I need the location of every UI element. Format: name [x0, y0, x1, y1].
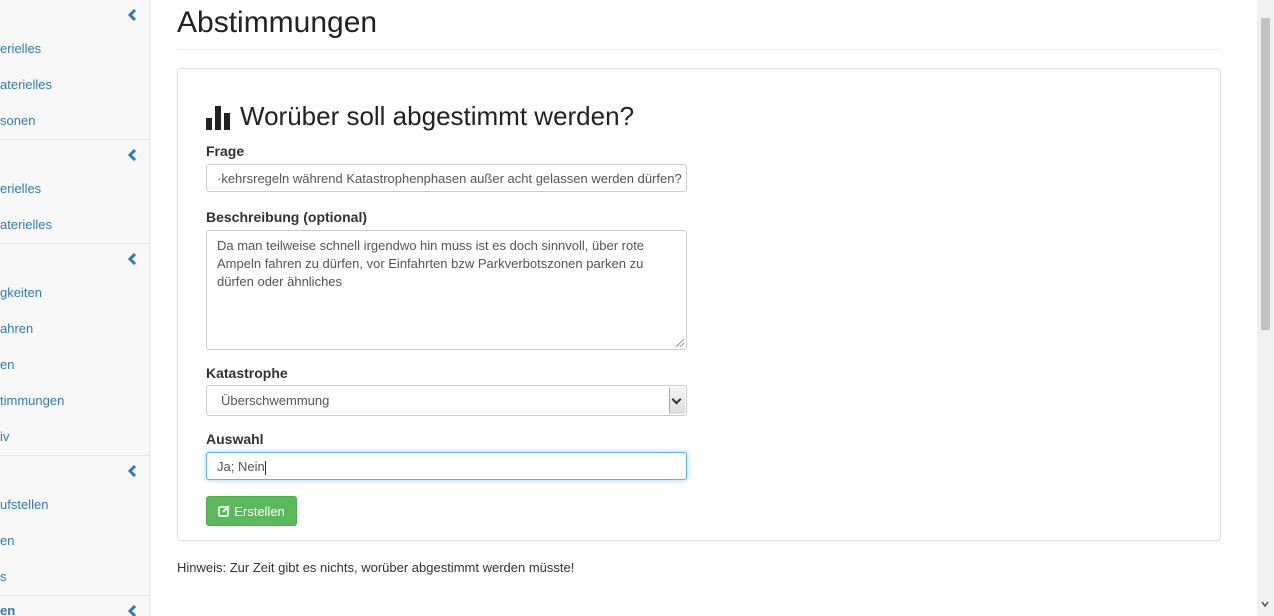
sidebar-section-2: erielles aterielles: [0, 140, 149, 244]
sidebar-item[interactable]: ufstellen: [0, 487, 149, 523]
sidebar-item[interactable]: sonen: [0, 103, 149, 139]
chevron-left-icon[interactable]: [127, 9, 139, 21]
sidebar-item[interactable]: en: [0, 523, 149, 559]
beschreibung-textarea[interactable]: Da man teilweise schnell irgendwo hin mu…: [206, 230, 687, 350]
frage-input[interactable]: ·kehrsregeln während Katastrophenphasen …: [206, 164, 687, 192]
chevron-left-icon[interactable]: [127, 605, 139, 616]
chevron-down-icon[interactable]: [669, 387, 685, 414]
sidebar-item[interactable]: s: [0, 559, 149, 595]
sidebar-section-header[interactable]: [0, 0, 149, 31]
auswahl-label: Auswahl: [206, 431, 264, 447]
sidebar-item[interactable]: aterielles: [0, 67, 149, 103]
sidebar-item[interactable]: en: [0, 347, 149, 383]
text-caret: [264, 460, 266, 475]
bar-chart-icon: [206, 104, 232, 130]
edit-icon: [218, 505, 230, 517]
sidebar-item[interactable]: erielles: [0, 31, 149, 67]
frage-label: Frage: [206, 143, 245, 159]
sidebar: erielles aterielles sonen erielles ateri…: [0, 0, 150, 616]
erstellen-button[interactable]: Erstellen: [206, 496, 297, 526]
hint-text: Hinweis: Zur Zeit gibt es nichts, worübe…: [177, 560, 575, 575]
beschreibung-label: Beschreibung (optional): [206, 209, 367, 225]
sidebar-section-3: gkeiten ahren en timmungen iv: [0, 244, 149, 456]
sidebar-section-header[interactable]: [0, 244, 149, 275]
beschreibung-text: Da man teilweise schnell irgendwo hin mu…: [217, 238, 645, 289]
auswahl-value: Ja; Nein: [217, 459, 265, 474]
sidebar-item[interactable]: erielles: [0, 171, 149, 207]
katastrophe-select[interactable]: Überschwemmung: [206, 385, 687, 416]
scrollbar-thumb[interactable]: [1261, 18, 1270, 330]
katastrophe-label: Katastrophe: [206, 365, 288, 381]
chevron-left-icon[interactable]: [127, 149, 139, 161]
sidebar-item[interactable]: en: [0, 596, 149, 616]
chevron-left-icon[interactable]: [127, 253, 139, 265]
page-title: Abstimmungen: [177, 0, 1221, 50]
sidebar-item[interactable]: gkeiten: [0, 275, 149, 311]
page-scrollbar[interactable]: [1257, 0, 1274, 616]
resize-handle-icon[interactable]: [676, 339, 684, 347]
auswahl-input[interactable]: Ja; Nein: [206, 452, 687, 480]
sidebar-section-5: en: [0, 596, 149, 616]
form-heading: Worüber soll abgestimmt werden?: [206, 101, 634, 132]
form-heading-text: Worüber soll abgestimmt werden?: [240, 101, 635, 131]
sidebar-item[interactable]: ahren: [0, 311, 149, 347]
erstellen-button-label: Erstellen: [234, 503, 285, 519]
main-content: Abstimmungen Worüber soll abgestimmt wer…: [177, 0, 1221, 575]
katastrophe-selected-value: Überschwemmung: [221, 393, 330, 408]
sidebar-section-header[interactable]: [0, 140, 149, 171]
sidebar-section-4: ufstellen en s: [0, 456, 149, 596]
vote-form-panel: Worüber soll abgestimmt werden? Frage ·k…: [177, 68, 1221, 541]
sidebar-item[interactable]: aterielles: [0, 207, 149, 243]
chevron-down-icon[interactable]: [1261, 600, 1269, 608]
sidebar-item[interactable]: iv: [0, 419, 149, 455]
sidebar-section-header[interactable]: [0, 456, 149, 487]
sidebar-item[interactable]: timmungen: [0, 383, 149, 419]
sidebar-section-1: erielles aterielles sonen: [0, 0, 149, 140]
chevron-left-icon[interactable]: [127, 465, 139, 477]
